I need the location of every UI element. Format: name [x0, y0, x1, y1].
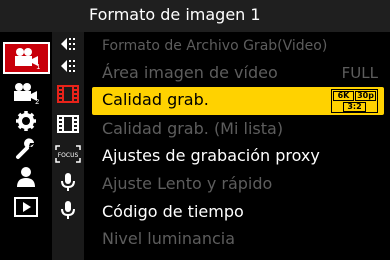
menu-item-value: FULL — [341, 64, 378, 82]
wrench-icon — [16, 138, 34, 159]
menu-item-label: Calidad grab. — [102, 90, 209, 109]
menu-item-label: Formato de Archivo Grab(Video) — [102, 38, 328, 54]
tab-my-menu[interactable] — [4, 164, 48, 190]
tab-playback[interactable] — [4, 194, 48, 220]
subtab-film-active[interactable] — [52, 82, 84, 106]
menu-item-calidad-grab[interactable]: Calidad grab. 6K 30p 3:2 — [92, 87, 384, 115]
svg-text:1: 1 — [36, 63, 40, 69]
tab-video-2[interactable]: 2 — [4, 80, 48, 106]
rec-quality-badge: 6K 30p 3:2 — [331, 89, 378, 113]
menu-header: Formato de imagen 1 — [0, 0, 390, 32]
film-frame-icon — [57, 115, 79, 133]
tab-setup[interactable] — [4, 136, 48, 162]
tab-video-1[interactable]: 1 — [3, 42, 50, 74]
menu-item-calidad-mi-lista[interactable]: Calidad grab. (Mi lista) — [92, 116, 384, 144]
tab-custom[interactable] — [4, 108, 48, 134]
microphone-icon — [61, 173, 75, 191]
subtab-image-format-b[interactable] — [52, 54, 84, 78]
menu-item-proxy[interactable]: Ajustes de grabación proxy — [92, 143, 384, 171]
svg-text:2: 2 — [35, 98, 39, 104]
playback-icon — [14, 197, 38, 217]
person-icon — [17, 167, 35, 187]
badge-aspect-ratio: 3:2 — [343, 102, 366, 112]
subtab-image-format-a[interactable] — [52, 32, 84, 56]
video-camera-1-icon: 1 — [14, 48, 40, 69]
page-title: Formato de imagen 1 — [89, 5, 261, 24]
menu-item-label: Ajuste Lento y rápido — [102, 174, 273, 193]
menu-item-formato-archivo[interactable]: Formato de Archivo Grab(Video) — [92, 33, 384, 61]
subtab-focus[interactable]: FOCUS — [52, 142, 84, 166]
menu-item-label: Área imagen de vídeo — [102, 63, 278, 82]
badge-resolution: 6K — [333, 91, 354, 101]
menu-item-nivel-luminancia[interactable]: Nivel luminancia — [92, 226, 384, 254]
menu-item-area-imagen[interactable]: Área imagen de vídeo FULL — [92, 60, 384, 88]
microphone-icon — [61, 201, 75, 219]
focus-icon: FOCUS — [55, 145, 81, 163]
image-format-icon — [61, 38, 75, 50]
badge-framerate: 30p — [355, 91, 376, 101]
sub-tab-column: FOCUS — [52, 32, 84, 260]
subtab-audio-b[interactable] — [52, 198, 84, 222]
menu-item-codigo-tiempo[interactable]: Código de tiempo — [92, 199, 384, 227]
menu-item-label: Código de tiempo — [102, 202, 244, 221]
menu-item-label: Nivel luminancia — [102, 229, 236, 248]
svg-text:FOCUS: FOCUS — [58, 152, 79, 159]
gear-icon — [16, 111, 36, 131]
image-format-icon — [61, 60, 75, 72]
film-frame-icon — [57, 85, 79, 103]
subtab-film[interactable] — [52, 112, 84, 136]
menu-item-lento-rapido[interactable]: Ajuste Lento y rápido — [92, 171, 384, 199]
subtab-audio-a[interactable] — [52, 170, 84, 194]
video-camera-2-icon: 2 — [14, 83, 39, 104]
menu-item-label: Ajustes de grabación proxy — [102, 146, 320, 165]
main-tab-column: 1 2 — [0, 32, 50, 260]
menu-item-label: Calidad grab. (Mi lista) — [102, 119, 284, 138]
